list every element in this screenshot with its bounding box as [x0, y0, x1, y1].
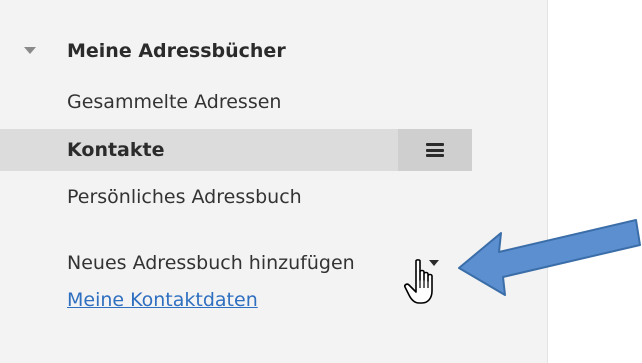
blue-arrow-icon [458, 219, 641, 296]
hamburger-menu-icon [426, 143, 444, 157]
addressbook-item-label: Gesammelte Adressen [67, 91, 282, 113]
addressbook-item-kontakte[interactable]: Kontakte [0, 129, 472, 171]
collapse-caret-icon[interactable] [24, 47, 36, 54]
addressbook-menu-button[interactable] [398, 129, 472, 171]
addressbook-panel: Meine Adressbücher Gesammelte Adressen K… [0, 0, 548, 363]
group-title: Meine Adressbücher [67, 40, 286, 62]
page: Meine Adressbücher Gesammelte Adressen K… [0, 0, 642, 363]
addressbook-item-label: Persönliches Adressbuch [67, 186, 302, 208]
addressbook-item-gesammelte-adressen[interactable]: Gesammelte Adressen [0, 82, 548, 122]
addressbook-item-label: Kontakte [67, 139, 165, 161]
hand-pointer-icon [404, 259, 433, 304]
addressbook-item-persoenliches-adressbuch[interactable]: Persönliches Adressbuch [0, 177, 548, 217]
my-contact-link[interactable]: Meine Kontaktdaten [67, 289, 258, 311]
addressbook-group-header[interactable]: Meine Adressbücher [0, 31, 548, 71]
add-addressbook-label: Neues Adressbuch hinzufügen [67, 252, 355, 274]
